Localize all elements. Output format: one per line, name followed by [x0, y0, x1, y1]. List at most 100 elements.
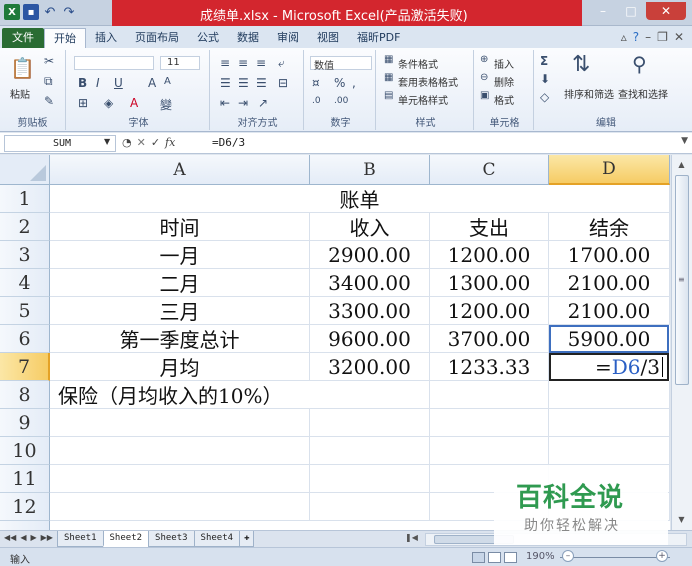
- format-cells-button[interactable]: 格式: [494, 92, 514, 107]
- currency-icon[interactable]: ¤: [312, 76, 320, 90]
- title-cell[interactable]: 账单: [50, 185, 670, 213]
- function-dropdown-icon[interactable]: ◔: [122, 136, 132, 149]
- insert-function-icon[interactable]: fx: [165, 136, 175, 149]
- row-header-8[interactable]: 8: [0, 381, 50, 409]
- zoom-slider[interactable]: [560, 557, 670, 558]
- cancel-icon[interactable]: ✕: [137, 136, 146, 149]
- underline-icon[interactable]: U: [114, 76, 123, 90]
- sort-filter-icon[interactable]: ⇅: [572, 52, 590, 77]
- cell-b8[interactable]: [310, 381, 430, 409]
- cell-d10[interactable]: [549, 437, 670, 465]
- font-name-select[interactable]: [74, 56, 154, 70]
- cell-a8[interactable]: 保险（月均收入的10%）: [50, 381, 310, 409]
- italic-icon[interactable]: I: [96, 76, 100, 90]
- find-select-button[interactable]: 查找和选择: [618, 86, 668, 101]
- fill-icon[interactable]: ⬇: [540, 72, 550, 86]
- new-sheet-icon[interactable]: ✚: [239, 531, 255, 547]
- save-icon[interactable]: ▪: [23, 4, 39, 20]
- zoom-out-icon[interactable]: –: [562, 550, 574, 562]
- cell-d2[interactable]: 结余: [549, 213, 670, 241]
- cell-a5[interactable]: 三月: [50, 297, 310, 325]
- tab-home[interactable]: 开始: [44, 28, 86, 48]
- bold-icon[interactable]: B: [78, 76, 87, 90]
- row-header-11[interactable]: 11: [0, 465, 50, 493]
- row-header-12[interactable]: 12: [0, 493, 50, 521]
- undo-icon[interactable]: ↶: [42, 4, 58, 20]
- first-sheet-icon[interactable]: ◀◀: [4, 533, 16, 542]
- minimize-icon[interactable]: –: [590, 2, 616, 20]
- cell-b4[interactable]: 3400.00: [310, 269, 430, 297]
- cell-d4[interactable]: 2100.00: [549, 269, 670, 297]
- insert-cells-button[interactable]: 插入: [494, 56, 514, 71]
- increase-decimal-icon[interactable]: .0: [312, 96, 321, 106]
- font-color-icon[interactable]: A: [130, 96, 138, 110]
- last-sheet-icon[interactable]: ▶▶: [41, 533, 53, 542]
- format-as-table-icon[interactable]: ▦: [384, 72, 393, 83]
- tab-file[interactable]: 文件: [2, 28, 44, 48]
- row-header-7[interactable]: 7: [0, 353, 50, 381]
- delete-cells-icon[interactable]: ⊖: [480, 72, 488, 83]
- active-cell-d7[interactable]: = D6/3: [549, 353, 669, 381]
- cell-c6[interactable]: 3700.00: [430, 325, 549, 353]
- cell-d8[interactable]: [549, 381, 670, 409]
- cell-b5[interactable]: 3300.00: [310, 297, 430, 325]
- scroll-up-icon[interactable]: ▲: [674, 157, 689, 173]
- shrink-font-icon[interactable]: A: [164, 76, 171, 87]
- cell-c8[interactable]: [430, 381, 549, 409]
- row-header-5[interactable]: 5: [0, 297, 50, 325]
- align-left-icon[interactable]: ☰: [220, 76, 231, 90]
- formula-input[interactable]: =D6/3: [212, 136, 245, 149]
- find-select-icon[interactable]: ⚲: [632, 52, 647, 76]
- excel-logo-icon[interactable]: X: [4, 4, 20, 20]
- cut-icon[interactable]: ✂: [44, 54, 54, 68]
- grow-font-icon[interactable]: A: [148, 76, 156, 90]
- increase-indent-icon[interactable]: ⇥: [238, 96, 248, 110]
- cell-c2[interactable]: 支出: [430, 213, 549, 241]
- align-center-icon[interactable]: ☰: [238, 76, 249, 90]
- expand-formula-bar-icon[interactable]: ▼: [681, 136, 688, 146]
- conditional-format-icon[interactable]: ▦: [384, 54, 393, 65]
- cell-d3[interactable]: 1700.00: [549, 241, 670, 269]
- name-box[interactable]: SUM: [4, 135, 116, 152]
- cell-b2[interactable]: 收入: [310, 213, 430, 241]
- zoom-in-icon[interactable]: +: [656, 550, 668, 562]
- cell-c5[interactable]: 1200.00: [430, 297, 549, 325]
- border-icon[interactable]: ⊞: [78, 96, 88, 110]
- paste-button[interactable]: 粘贴: [10, 86, 30, 101]
- fill-color-icon[interactable]: ◈: [104, 96, 113, 110]
- wrap-text-icon[interactable]: ⤶: [278, 56, 285, 71]
- page-layout-view-icon[interactable]: [488, 552, 501, 563]
- cell-c7[interactable]: 1233.33: [430, 353, 549, 381]
- row-header-10[interactable]: 10: [0, 437, 50, 465]
- number-format-select[interactable]: 数值: [310, 56, 372, 72]
- tab-foxit-pdf[interactable]: 福昕PDF: [348, 28, 409, 48]
- sheet-tab-3[interactable]: Sheet3: [148, 531, 195, 547]
- vertical-scrollbar[interactable]: ▲ ≡ ▼: [671, 155, 692, 530]
- sheet-tab-2[interactable]: Sheet2: [102, 531, 150, 547]
- tab-formulas[interactable]: 公式: [188, 28, 228, 48]
- cell-a4[interactable]: 二月: [50, 269, 310, 297]
- sort-filter-button[interactable]: 排序和筛选: [564, 86, 614, 101]
- row-header-9[interactable]: 9: [0, 409, 50, 437]
- cell-a2[interactable]: 时间: [50, 213, 310, 241]
- cell-a7[interactable]: 月均: [50, 353, 310, 381]
- maximize-icon[interactable]: □: [618, 2, 644, 20]
- align-right-icon[interactable]: ☰: [256, 76, 267, 90]
- cell-a12[interactable]: [50, 493, 310, 521]
- percent-icon[interactable]: %: [334, 76, 345, 90]
- normal-view-icon[interactable]: [472, 552, 485, 563]
- workbook-restore-icon[interactable]: ❐: [657, 30, 668, 44]
- cell-a3[interactable]: 一月: [50, 241, 310, 269]
- tab-view[interactable]: 视图: [308, 28, 348, 48]
- cell-b11[interactable]: [310, 465, 430, 493]
- cell-b9[interactable]: [310, 409, 430, 437]
- orientation-icon[interactable]: ↗: [258, 96, 268, 110]
- tab-insert[interactable]: 插入: [86, 28, 126, 48]
- cell-b10[interactable]: [310, 437, 430, 465]
- cell-c10[interactable]: [430, 437, 549, 465]
- column-header-a[interactable]: A: [50, 155, 310, 185]
- help-icon[interactable]: ?: [633, 30, 639, 44]
- zoom-level[interactable]: 190%: [526, 551, 555, 562]
- cell-a10[interactable]: [50, 437, 310, 465]
- row-header-2[interactable]: 2: [0, 213, 50, 241]
